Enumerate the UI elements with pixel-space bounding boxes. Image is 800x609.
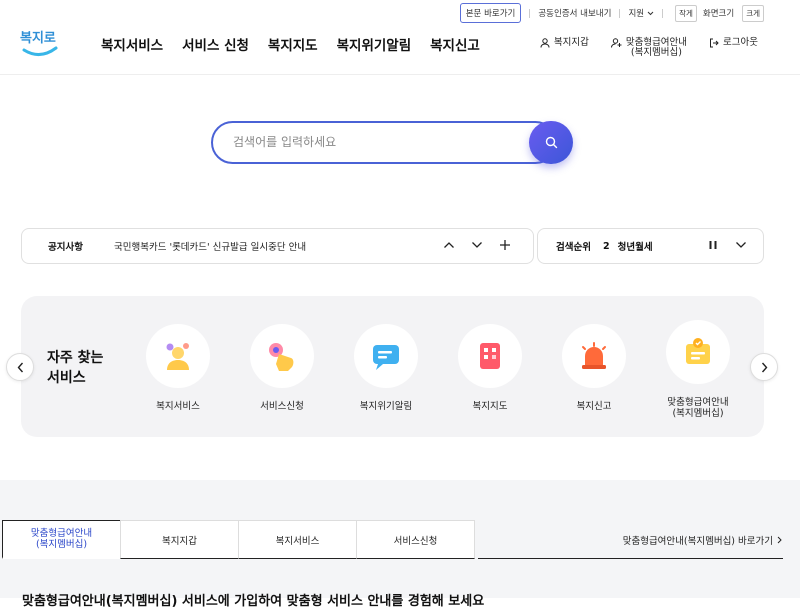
tab-label: 서비스신청 [393,535,438,547]
search-button[interactable] [529,121,573,164]
carousel-prev-button[interactable] [6,353,34,381]
membership-link[interactable]: 맞춤형급여안내 (복지멤버십) [610,38,687,58]
header-actions: 복지지갑 맞춤형급여안내 (복지멤버십) 로그아웃 [540,38,758,58]
nav-crisis-alert[interactable]: 복지위기알림 [337,34,412,54]
quick-item-icon-circle [250,324,314,388]
logout-label: 로그아웃 [723,37,758,48]
quick-item-icon-circle [458,324,522,388]
notice-bar: 공지사항 국민행복카드 '롯데카드' 신규발급 일시중단 안내 [21,228,534,264]
membership-goto-link[interactable]: 맞춤형급여안내(복지멤버십) 바로가기 [623,533,782,547]
building-icon [480,343,500,369]
quick-item-icon-circle [354,324,418,388]
membership-label: 맞춤형급여안내 (복지멤버십) [626,38,687,58]
search-bar [211,121,573,164]
quick-item-membership[interactable]: 맞춤형급여안내 (복지멤버십) [653,320,743,419]
tab-label-line1: 맞춤형급여안내 [30,528,93,539]
wallet-link[interactable]: 복지지갑 [540,38,589,48]
quick-item-label: 맞춤형급여안내 (복지멤버십) [653,397,743,419]
user-add-icon [610,38,622,48]
user-icon [540,38,550,48]
bokjiro-logo[interactable]: 복지로 [20,26,60,60]
ranking-number: 2 [602,240,610,252]
logout-icon [710,38,719,48]
quick-item-label: 서비스신청 [260,401,304,412]
search-icon [545,136,557,149]
membership-description: 맞춤형급여안내(복지멤버십) 서비스에 가입하여 맞춤형 서비스 안내를 경험해… [22,594,485,609]
membership-section: 맞춤형급여안내 (복지멤버십) 복지지갑 복지서비스 서비스신청 맞춤형급여안내… [0,480,800,609]
logo-icon: 복지로 [20,31,58,56]
ranking-label: 검색순위 [556,242,591,253]
site-header: 복지로 복지서비스 서비스 신청 복지지도 복지위기알림 복지신고 복지지갑 맞… [0,0,800,75]
tab-label: 맞춤형급여안내 (복지멤버십) [31,528,92,550]
carousel-next-button[interactable] [750,353,778,381]
notice-message[interactable]: 국민행복카드 '롯데카드' 신규발급 일시중단 안내 [114,239,306,253]
plus-icon[interactable] [499,239,511,251]
notice-label: 공지사항 [48,242,83,253]
quick-item-icon-circle [562,324,626,388]
id-card-icon [686,338,710,364]
section-tabs: 맞춤형급여안내 (복지멤버십) 복지지갑 복지서비스 서비스신청 [2,520,475,559]
chevron-up-icon[interactable] [443,241,455,249]
tab-label: 복지서비스 [275,535,320,547]
tab-membership[interactable]: 맞춤형급여안내 (복지멤버십) [2,520,121,559]
quick-item-service-apply[interactable]: 서비스신청 [237,324,327,412]
notice-controls [443,239,511,251]
frequent-services-title-line2: 서비스 [47,370,86,386]
quick-item-label: 복지위기알림 [359,401,413,412]
chevron-left-icon [17,362,23,372]
nav-welfare-service[interactable]: 복지서비스 [101,34,163,54]
search-ranking-bar: 검색순위 2 청년월세 [537,228,764,264]
nav-service-apply[interactable]: 서비스 신청 [182,34,249,54]
logout-link[interactable]: 로그아웃 [709,38,758,48]
goto-label: 맞춤형급여안내(복지멤버십) 바로가기 [622,536,773,547]
frequent-services-panel: 자주 찾는 서비스 복지서비스 서비스신청 복지위기알림 복지지도 복지신고 맞… [21,296,764,437]
chevron-down-icon[interactable] [735,241,747,249]
tab-label: 복지지갑 [162,535,197,547]
quick-item-label: 복지서비스 [156,401,200,412]
membership-label-line2: (복지멤버십) [630,47,682,58]
chevron-down-icon[interactable] [471,241,483,249]
search-input[interactable] [233,132,513,152]
quick-item-label-line1: 맞춤형급여안내 [667,397,729,408]
frequent-services-title: 자주 찾는 서비스 [47,348,103,388]
wallet-label: 복지지갑 [553,37,589,48]
tab-service-apply[interactable]: 서비스신청 [356,520,475,559]
tab-welfare-service[interactable]: 복지서비스 [238,520,357,559]
quick-item-label-line2: (복지멤버십) [672,408,724,419]
svg-text:복지로: 복지로 [20,31,56,46]
quick-item-icon-circle [146,324,210,388]
ranking-controls [709,240,747,250]
quick-item-crisis-alert[interactable]: 복지위기알림 [341,324,431,412]
hand-click-icon [269,343,294,371]
quick-item-welfare-report[interactable]: 복지신고 [549,324,639,412]
people-icon [166,343,189,370]
siren-icon [582,342,606,369]
main-navigation: 복지서비스 서비스 신청 복지지도 복지위기알림 복지신고 [101,34,480,54]
quick-item-icon-circle [666,320,730,384]
chat-bubble-icon [373,345,399,370]
pause-icon[interactable] [709,240,717,250]
tab-underline [478,558,783,559]
chevron-right-icon [777,536,782,544]
ranking-keyword[interactable]: 청년월세 [618,239,653,253]
nav-welfare-map[interactable]: 복지지도 [268,34,318,54]
tab-wallet[interactable]: 복지지갑 [120,520,239,559]
quick-item-welfare-service[interactable]: 복지서비스 [133,324,223,412]
quick-item-label: 복지지도 [472,401,508,412]
quick-item-label: 복지신고 [576,401,612,412]
quick-item-welfare-map[interactable]: 복지지도 [445,324,535,412]
tab-label-line2: (복지멤버십) [35,539,88,550]
chevron-right-icon [761,362,767,372]
frequent-services-title-line1: 자주 찾는 [47,350,104,366]
nav-welfare-report[interactable]: 복지신고 [430,34,480,54]
